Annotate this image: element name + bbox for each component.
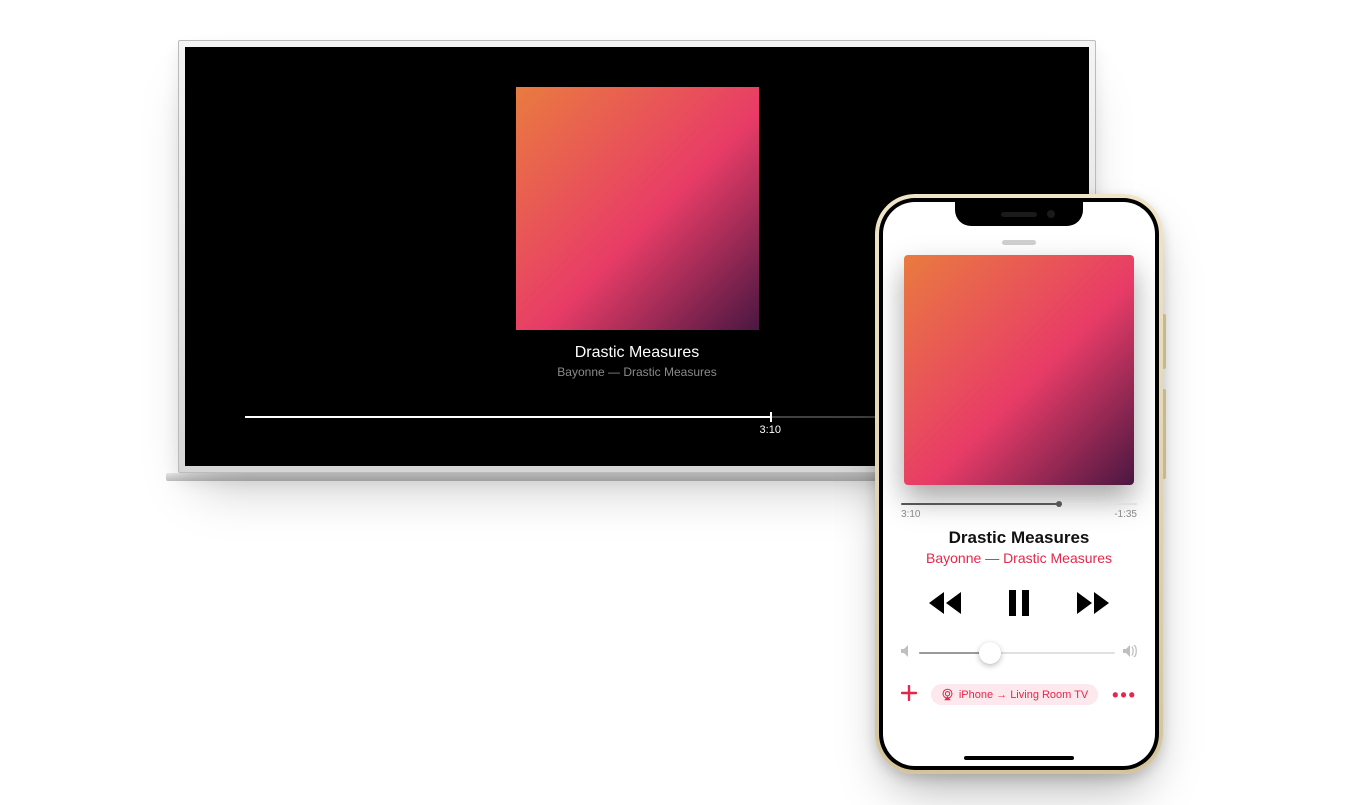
next-icon xyxy=(1076,592,1110,614)
airplay-icon xyxy=(941,688,954,701)
volume-slider[interactable] xyxy=(901,644,1137,662)
more-button[interactable]: ••• xyxy=(1112,686,1137,704)
next-button[interactable] xyxy=(1076,592,1110,614)
remaining-time: -1:35 xyxy=(1114,509,1137,520)
elapsed-time: 3:10 xyxy=(760,424,781,436)
volume-low-icon xyxy=(901,644,911,662)
artist-album[interactable]: Bayonne — Drastic Measures xyxy=(926,550,1112,566)
volume-high-icon xyxy=(1123,644,1137,662)
home-indicator[interactable] xyxy=(964,756,1074,760)
pause-button[interactable] xyxy=(1008,590,1030,616)
track-title: Drastic Measures xyxy=(949,528,1090,548)
add-button[interactable] xyxy=(901,685,917,704)
sheet-grabber[interactable] xyxy=(1002,240,1036,245)
previous-icon xyxy=(928,592,962,614)
plus-icon xyxy=(901,685,917,701)
volume-knob[interactable] xyxy=(979,642,1001,664)
airplay-route-label: iPhone → Living Room TV xyxy=(959,689,1088,701)
previous-button[interactable] xyxy=(928,592,962,614)
track-title: Drastic Measures xyxy=(575,344,699,362)
iphone-device: 3:10 -1:35 Drastic Measures Bayonne — Dr… xyxy=(875,194,1163,774)
album-art xyxy=(516,87,759,330)
pause-icon xyxy=(1008,590,1030,616)
scrubber[interactable]: 3:10 -1:35 xyxy=(901,503,1137,520)
album-art[interactable] xyxy=(904,255,1134,485)
airplay-route-button[interactable]: iPhone → Living Room TV xyxy=(931,684,1098,705)
elapsed-time: 3:10 xyxy=(901,509,920,520)
artist-album: Bayonne — Drastic Measures xyxy=(557,365,716,379)
notch xyxy=(955,202,1083,226)
music-now-playing-screen: 3:10 -1:35 Drastic Measures Bayonne — Dr… xyxy=(883,202,1155,766)
